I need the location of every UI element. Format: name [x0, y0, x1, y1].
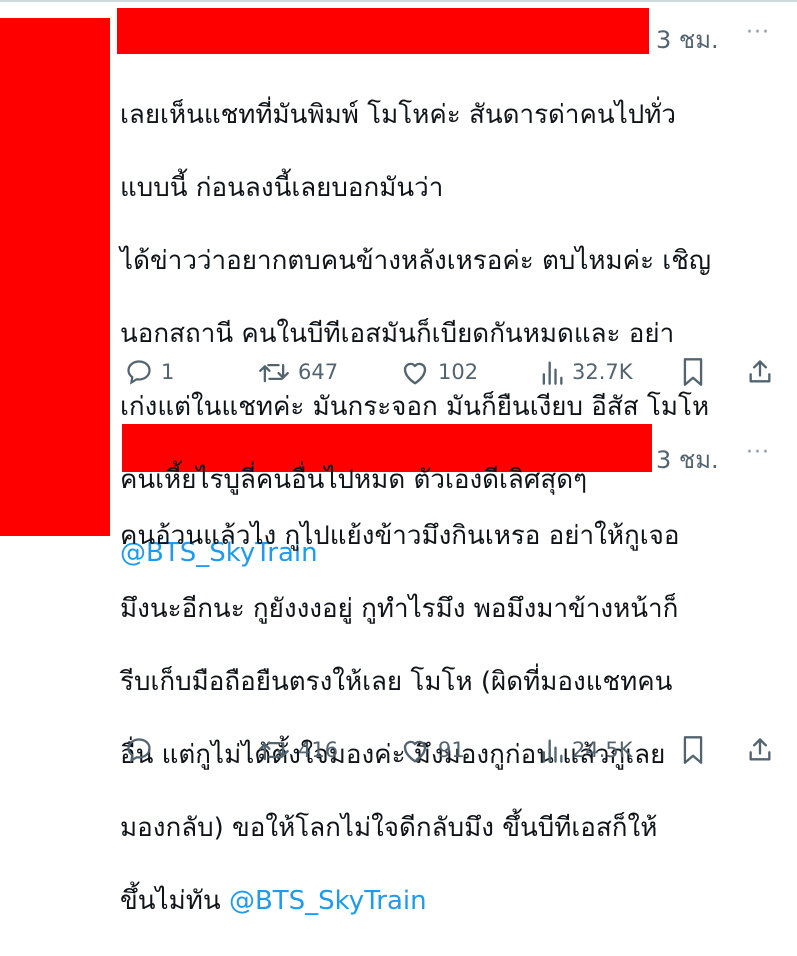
tweet-line: ได้ข่าวว่าอยากตบคนข้างหลังเหรอค่ะ ตบไหมค… — [120, 245, 711, 276]
more-options-icon[interactable]: ··· — [746, 20, 770, 45]
like-button[interactable]: 102 — [400, 352, 478, 392]
like-count: 102 — [438, 360, 479, 384]
tweet-line: มองกลับ) ขอให้โลกไม่ใจดีกลับมึง ขึ้นบีที… — [120, 812, 658, 843]
like-count: 91 — [438, 738, 465, 762]
share-button[interactable] — [746, 730, 774, 770]
reply-button[interactable] — [125, 730, 153, 770]
tweet-line: มึงนะอีกนะ กูยังงงอยู่ กูทำไรมึง พอมึงมา… — [120, 593, 679, 624]
bookmark-icon — [683, 736, 703, 764]
tweet-timestamp[interactable]: 3 ชม. — [656, 20, 719, 59]
retweet-icon — [259, 363, 289, 383]
views-icon — [542, 361, 563, 385]
reply-icon — [127, 738, 151, 763]
tweet-line: แบบนี้ ก่อนลงนี้เลยบอกมันว่า — [120, 172, 444, 203]
reply-button[interactable]: 1 — [125, 352, 174, 392]
tweet-actions: 416 91 24.5K — [0, 730, 797, 770]
views-button[interactable]: 32.7K — [540, 352, 633, 392]
retweet-count: 416 — [298, 738, 339, 762]
retweet-count: 647 — [298, 360, 339, 384]
retweet-button[interactable]: 647 — [258, 352, 338, 392]
tweet-2[interactable]: 3 ชม. ··· คนอ้วนแล้วไง กูไปแย้งข้าวมึงกิ… — [0, 420, 797, 916]
retweet-button[interactable]: 416 — [258, 730, 338, 770]
reply-count: 1 — [161, 360, 175, 384]
share-button[interactable] — [746, 352, 774, 392]
share-icon — [749, 360, 771, 383]
tweet-line: ขึ้นไม่ทัน — [120, 885, 229, 916]
bookmark-icon — [683, 358, 703, 386]
tweet-line: นอกสถานี คนในบีทีเอสมันก็เบียดกันหมดและ … — [120, 318, 675, 349]
tweet-line: เลยเห็นแชทที่มันพิมพ์ โมโหค่ะ สันดารด่าค… — [120, 99, 677, 130]
mention-link[interactable]: @BTS_SkyTrain — [229, 886, 427, 916]
share-icon — [749, 738, 771, 761]
tweet-line: รีบเก็บมือถือยืนตรงให้เลย โมโห (ผิดที่มอ… — [120, 666, 673, 697]
reply-icon — [127, 360, 151, 385]
tweet-timestamp[interactable]: 3 ชม. — [656, 440, 719, 479]
views-button[interactable]: 24.5K — [540, 730, 633, 770]
views-count: 24.5K — [572, 738, 633, 762]
tweet-text: คนอ้วนแล้วไง กูไปแย้งข้าวมึงกินเหรอ อย่า… — [120, 481, 780, 956]
tweet-actions: 1 647 102 32.7K — [0, 352, 797, 392]
bookmark-button[interactable] — [681, 352, 705, 392]
views-count: 32.7K — [572, 360, 633, 384]
retweet-icon — [259, 742, 289, 761]
tweet-1[interactable]: 3 ชม. ··· เลยเห็นแชทที่มันพิมพ์ โมโหค่ะ … — [0, 0, 797, 568]
like-icon — [403, 362, 427, 385]
views-icon — [542, 739, 563, 763]
more-options-icon[interactable]: ··· — [746, 440, 770, 465]
like-button[interactable]: 91 — [400, 730, 465, 770]
like-icon — [403, 740, 427, 763]
tweet-line: คนอ้วนแล้วไง กูไปแย้งข้าวมึงกินเหรอ อย่า… — [120, 520, 680, 551]
bookmark-button[interactable] — [681, 730, 705, 770]
